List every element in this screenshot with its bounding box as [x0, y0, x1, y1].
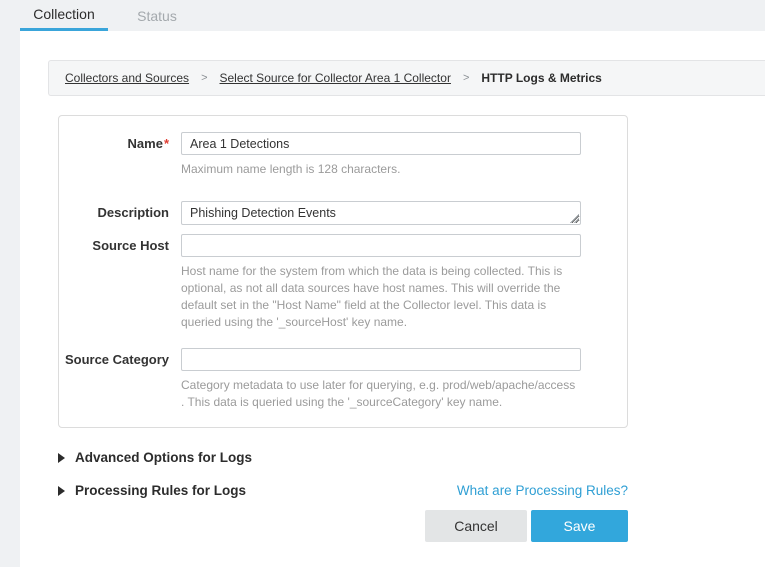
processing-rules-toggle[interactable]: Processing Rules for Logs — [58, 483, 246, 498]
processing-rules-title: Processing Rules for Logs — [75, 483, 246, 498]
main-content: Collectors and Sources > Select Source f… — [20, 31, 765, 567]
source-category-help-text: Category metadata to use later for query… — [181, 377, 579, 411]
breadcrumb-separator: > — [463, 72, 469, 84]
source-category-input[interactable] — [181, 348, 581, 371]
breadcrumb-collectors-and-sources[interactable]: Collectors and Sources — [65, 71, 189, 85]
description-label: Description — [59, 201, 169, 220]
save-button[interactable]: Save — [531, 510, 628, 542]
action-buttons: Cancel Save — [58, 510, 628, 542]
source-category-row: Source Category Category metadata to use… — [59, 348, 627, 413]
name-label: Name* — [59, 132, 169, 151]
source-host-label: Source Host — [59, 234, 169, 253]
name-input[interactable] — [181, 132, 581, 155]
source-category-label: Source Category — [59, 348, 169, 367]
caret-right-icon — [58, 486, 65, 496]
tab-collection-label: Collection — [33, 6, 94, 22]
tab-status-label: Status — [137, 8, 177, 24]
breadcrumb-select-source[interactable]: Select Source for Collector Area 1 Colle… — [220, 71, 451, 85]
tab-status[interactable]: Status — [122, 0, 192, 31]
source-host-row: Source Host Host name for the system fro… — [59, 234, 627, 339]
source-config-panel: Name* Maximum name length is 128 charact… — [58, 115, 628, 428]
tab-bar: Collection Status — [0, 0, 765, 31]
tab-collection[interactable]: Collection — [20, 0, 108, 31]
name-help-text: Maximum name length is 128 characters. — [181, 161, 579, 178]
cancel-button[interactable]: Cancel — [425, 510, 527, 542]
breadcrumb-separator: > — [201, 72, 207, 84]
what-are-processing-rules-link[interactable]: What are Processing Rules? — [457, 483, 628, 498]
advanced-options-title: Advanced Options for Logs — [75, 450, 252, 465]
name-row: Name* Maximum name length is 128 charact… — [59, 132, 627, 192]
advanced-options-section: Advanced Options for Logs — [58, 450, 628, 465]
processing-rules-section: Processing Rules for Logs What are Proce… — [58, 483, 628, 498]
source-host-help-text: Host name for the system from which the … — [181, 263, 579, 331]
description-input[interactable]: Phishing Detection Events — [181, 201, 581, 225]
required-asterisk: * — [164, 136, 169, 151]
advanced-options-toggle[interactable]: Advanced Options for Logs — [58, 450, 252, 465]
description-row: Description Phishing Detection Events — [59, 201, 627, 225]
breadcrumb: Collectors and Sources > Select Source f… — [48, 60, 765, 96]
source-host-input[interactable] — [181, 234, 581, 257]
caret-right-icon — [58, 453, 65, 463]
breadcrumb-current-page: HTTP Logs & Metrics — [481, 71, 601, 85]
